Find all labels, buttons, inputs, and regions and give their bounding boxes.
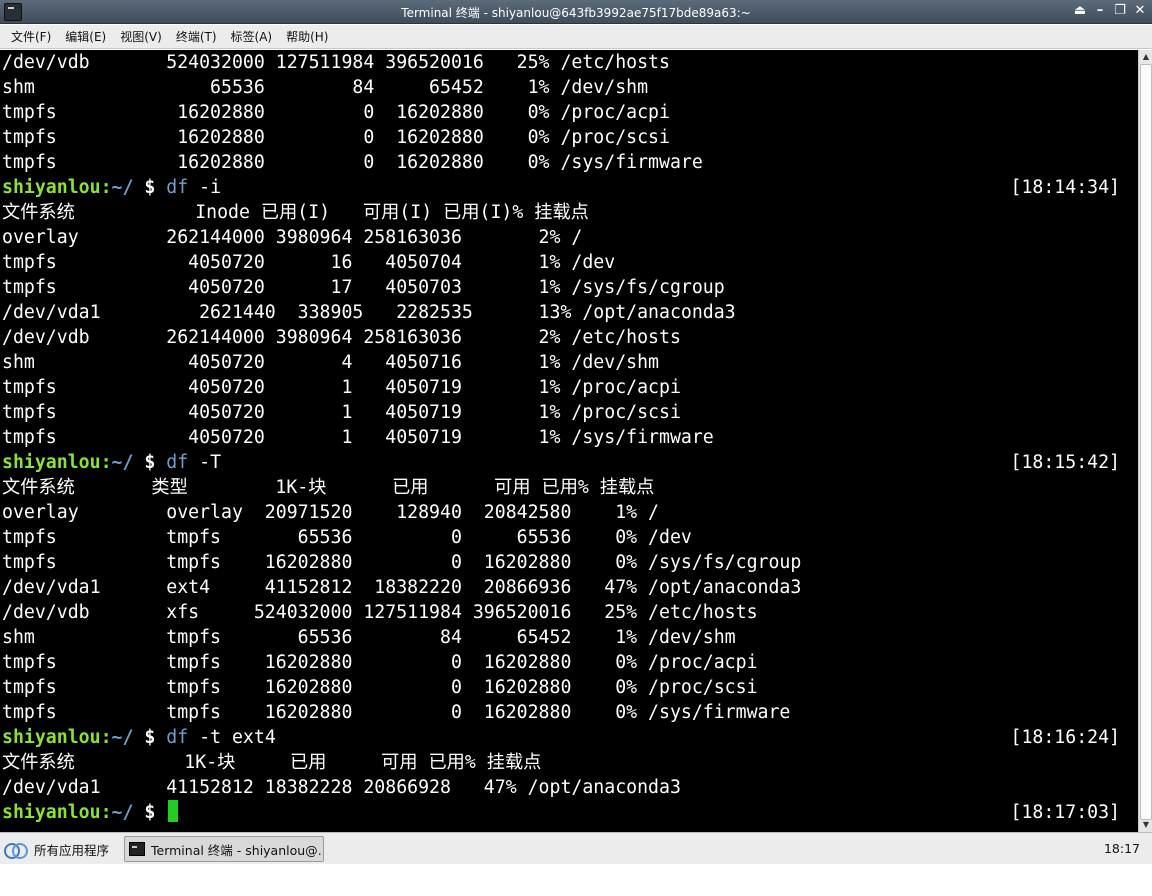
terminal-scrollbar[interactable]: ▲ ▼: [1138, 50, 1152, 832]
prompt-symbol: $: [133, 177, 167, 198]
menu-file[interactable]: 文件(F): [6, 28, 56, 45]
prompt-user: shiyanlou: [2, 177, 101, 198]
output-line: shm 4050720 4 4050716 1% /dev/shm: [2, 352, 659, 373]
scrollbar-thumb[interactable]: [1140, 64, 1152, 820]
prompt-colon: :: [100, 802, 112, 823]
prompt-symbol: $: [133, 452, 167, 473]
prompt-line: shiyanlou:~/ $ df -T: [2, 450, 221, 475]
applications-logo-icon: [4, 841, 28, 859]
window-title: Terminal 终端 - shiyanlou@643fb3992ae75f17…: [401, 6, 751, 20]
output-line: /dev/vdb 262144000 3980964 258163036 2% …: [2, 327, 681, 348]
output-line: tmpfs 4050720 16 4050704 1% /dev: [2, 252, 616, 273]
close-window-button[interactable]: ✕: [1132, 3, 1148, 19]
output-line: 文件系统 类型 1K-块 已用 可用 已用% 挂载点: [2, 477, 655, 498]
menu-tabs[interactable]: 标签(A): [226, 28, 278, 45]
terminal-icon: [129, 842, 145, 856]
output-line: 文件系统 Inode 已用(I) 可用(I) 已用(I)% 挂载点: [2, 202, 589, 223]
command-args: -t ext4: [188, 727, 276, 748]
menubar: 文件(F) 编辑(E) 视图(V) 终端(T) 标签(A) 帮助(H): [0, 25, 1152, 49]
scroll-down-icon[interactable]: ▼: [1140, 819, 1152, 831]
output-line: tmpfs 4050720 1 4050719 1% /sys/firmware: [2, 427, 714, 448]
desktop-strip: [0, 864, 1152, 896]
output-line: tmpfs 16202880 0 16202880 0% /sys/firmwa…: [2, 152, 703, 173]
output-line: shm tmpfs 65536 84 65452 1% /dev/shm: [2, 627, 736, 648]
command-name: df: [166, 177, 189, 198]
output-line: /dev/vdb 524032000 127511984 396520016 2…: [2, 52, 670, 73]
output-line: tmpfs 4050720 1 4050719 1% /proc/scsi: [2, 402, 681, 423]
prompt-user: shiyanlou: [2, 802, 101, 823]
prompt-colon: :: [100, 177, 112, 198]
command-args: -i: [188, 177, 222, 198]
prompt-user: shiyanlou: [2, 727, 101, 748]
prompt-colon: :: [100, 452, 112, 473]
prompt-path: ~/: [111, 177, 134, 198]
prompt-colon: :: [100, 727, 112, 748]
prompt-path: ~/: [111, 452, 134, 473]
output-line: overlay 262144000 3980964 258163036 2% /: [2, 227, 583, 248]
output-line: tmpfs 4050720 17 4050703 1% /sys/fs/cgro…: [2, 277, 725, 298]
output-line: 文件系统 1K-块 已用 可用 已用% 挂载点: [2, 752, 542, 773]
output-line: tmpfs 4050720 1 4050719 1% /proc/acpi: [2, 377, 681, 398]
output-line: shm 65536 84 65452 1% /dev/shm: [2, 77, 649, 98]
menu-view[interactable]: 视图(V): [115, 28, 167, 45]
output-line: tmpfs tmpfs 65536 0 65536 0% /dev: [2, 527, 692, 548]
output-line: tmpfs 16202880 0 16202880 0% /proc/scsi: [2, 127, 670, 148]
prompt-path: ~/: [111, 802, 134, 823]
command-args: -T: [188, 452, 222, 473]
output-line: tmpfs tmpfs 16202880 0 16202880 0% /proc…: [2, 677, 758, 698]
output-line: /dev/vda1 41152812 18382228 20866928 47%…: [2, 777, 681, 798]
taskbar-clock: 18:17: [1103, 841, 1140, 856]
scroll-up-icon[interactable]: ▲: [1140, 51, 1152, 63]
output-line: tmpfs tmpfs 16202880 0 16202880 0% /proc…: [2, 652, 758, 673]
output-line: /dev/vdb xfs 524032000 127511984 3965200…: [2, 602, 758, 623]
text-cursor[interactable]: [168, 800, 179, 822]
prompt-timestamp: [18:14:34]: [1010, 177, 1121, 198]
taskbar-terminal-button[interactable]: Terminal 终端 - shiyanlou@…: [124, 836, 324, 862]
menu-edit[interactable]: 编辑(E): [60, 28, 111, 45]
menu-terminal[interactable]: 终端(T): [171, 28, 222, 45]
output-line: /dev/vda1 2621440 338905 2282535 13% /op…: [2, 302, 736, 323]
prompt-timestamp: [18:15:42]: [1010, 452, 1121, 473]
output-line: overlay overlay 20971520 128940 20842580…: [2, 502, 659, 523]
prompt-symbol: $: [133, 727, 167, 748]
prompt-line: shiyanlou:~/ $ df -t ext4: [2, 725, 276, 750]
applications-menu-label: 所有应用程序: [34, 842, 110, 858]
maximize-window-button[interactable]: ❐: [1112, 3, 1128, 19]
prompt-timestamp: [18:16:24]: [1010, 727, 1121, 748]
terminal-output[interactable]: /dev/vdb 524032000 127511984 396520016 2…: [0, 50, 1138, 832]
minimize-window-button[interactable]: –: [1092, 3, 1108, 19]
taskbar-terminal-label: Terminal 终端 - shiyanlou@…: [151, 842, 324, 858]
window-titlebar[interactable]: Terminal 终端 - shiyanlou@643fb3992ae75f17…: [0, 0, 1152, 24]
command-name: df: [166, 727, 189, 748]
output-line: tmpfs 16202880 0 16202880 0% /proc/acpi: [2, 102, 670, 123]
prompt-line: shiyanlou:~/ $ df -i: [2, 175, 221, 200]
applications-menu-button[interactable]: 所有应用程序: [4, 837, 109, 861]
menu-help[interactable]: 帮助(H): [281, 28, 333, 45]
prompt-path: ~/: [111, 727, 134, 748]
prompt-symbol: $: [133, 802, 167, 823]
prompt-line: shiyanlou:~/ $: [2, 800, 179, 825]
command-name: df: [166, 452, 189, 473]
shade-window-button[interactable]: ⏏: [1072, 3, 1088, 19]
output-line: tmpfs tmpfs 16202880 0 16202880 0% /sys/…: [2, 552, 802, 573]
prompt-timestamp: [18:17:03]: [1010, 802, 1121, 823]
taskbar: 所有应用程序 Terminal 终端 - shiyanlou@… 18:17: [0, 832, 1152, 864]
output-line: /dev/vda1 ext4 41152812 18382220 2086693…: [2, 577, 802, 598]
prompt-user: shiyanlou: [2, 452, 101, 473]
output-line: tmpfs tmpfs 16202880 0 16202880 0% /sys/…: [2, 702, 791, 723]
window-controls: ⏏ – ❐ ✕: [1072, 3, 1148, 19]
